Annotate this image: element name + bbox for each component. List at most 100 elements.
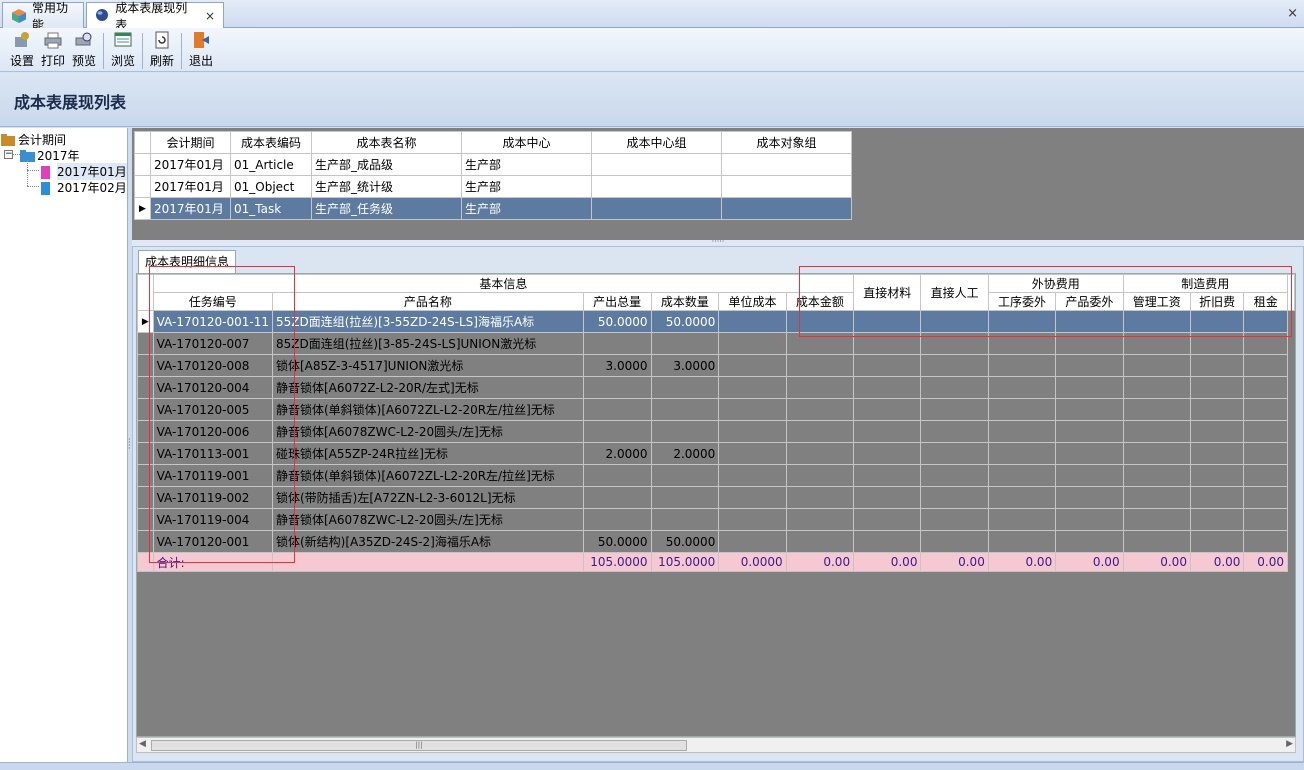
close-icon[interactable]: × [205, 9, 215, 23]
table-cell[interactable] [1122, 508, 1191, 531]
table-cell[interactable] [1189, 332, 1245, 355]
table-cell[interactable] [1122, 354, 1191, 377]
table-cell[interactable] [987, 442, 1057, 465]
table-cell[interactable] [853, 354, 922, 377]
table-cell[interactable]: 锁体[A85Z-3-4517]UNION激光标 [271, 354, 584, 377]
table-cell[interactable] [1243, 508, 1288, 531]
table-cell[interactable] [721, 175, 852, 198]
table-cell[interactable] [1055, 332, 1124, 355]
print-button[interactable]: 打印 [38, 31, 68, 71]
table-cell[interactable] [920, 508, 989, 531]
table-cell[interactable]: 55ZD面连组(拉丝)[3-55ZD-24S-LS]海福乐A标 [271, 310, 584, 333]
table-row[interactable]: VA-170120-004 静音锁体[A6072Z-L2-20R/左式]无标 [137, 376, 1295, 399]
table-cell[interactable] [1055, 398, 1124, 421]
table-cell[interactable] [650, 508, 720, 531]
table-cell[interactable]: 3.0000 [650, 354, 720, 377]
table-cell[interactable] [785, 354, 855, 377]
table-cell[interactable] [785, 464, 855, 487]
table-cell[interactable]: VA-170119-002 [152, 486, 273, 509]
table-cell[interactable]: VA-170120-006 [152, 420, 273, 443]
column-header[interactable]: 折旧费 [1189, 292, 1245, 311]
table-cell[interactable] [718, 486, 787, 509]
table-row[interactable]: VA-170120-005 静音锁体(单斜锁体)[A6072ZL-L2-20R左/… [137, 398, 1295, 421]
table-cell[interactable] [650, 332, 720, 355]
table-cell[interactable] [920, 420, 989, 443]
tree-collapse-toggle[interactable]: − [4, 150, 13, 159]
table-cell[interactable] [718, 508, 787, 531]
table-cell[interactable]: VA-170120-001-11 [152, 310, 273, 333]
table-cell[interactable] [1243, 310, 1288, 333]
column-header[interactable]: 产品委外 [1055, 292, 1124, 311]
table-cell[interactable] [1189, 310, 1245, 333]
table-cell[interactable] [1243, 442, 1288, 465]
exit-button[interactable]: 退出 [186, 31, 216, 71]
table-cell[interactable] [1055, 420, 1124, 443]
table-cell[interactable] [591, 197, 722, 220]
table-cell[interactable] [987, 354, 1057, 377]
table-cell[interactable] [591, 175, 722, 198]
column-header-direct-material[interactable]: 直接材料 [853, 274, 922, 311]
table-cell[interactable] [987, 398, 1057, 421]
table-cell[interactable] [920, 486, 989, 509]
table-cell[interactable] [920, 310, 989, 333]
tree-node-2017-01[interactable]: 2017年01月 [40, 163, 127, 180]
table-cell[interactable]: 生产部_统计级 [311, 175, 462, 198]
table-row[interactable]: VA-170120-007 85ZD面连组(拉丝)[3-85-24S-LS]UNI… [137, 332, 1295, 355]
table-cell[interactable]: VA-170120-004 [152, 376, 273, 399]
table-cell[interactable] [1189, 508, 1245, 531]
table-cell[interactable]: 锁体(带防插舌)左[A72ZN-L2-3-6012L]无标 [271, 486, 584, 509]
column-header[interactable]: 成本对象组 [721, 131, 852, 154]
column-header[interactable]: 任务编号 [152, 292, 273, 311]
table-cell[interactable]: 生产部 [461, 153, 592, 176]
table-cell[interactable] [785, 486, 855, 509]
table-row[interactable]: VA-170113-001 碰珠锁体[A55ZP-24R拉丝]无标 2.0000 2.… [137, 442, 1295, 465]
table-cell[interactable] [920, 530, 989, 553]
tree-node-root[interactable]: 会计期间 [1, 131, 66, 148]
table-cell[interactable] [1243, 376, 1288, 399]
table-cell[interactable] [718, 442, 787, 465]
table-cell[interactable] [1189, 442, 1245, 465]
table-cell[interactable] [1122, 376, 1191, 399]
table-cell[interactable]: 生产部 [461, 197, 592, 220]
table-cell[interactable] [718, 332, 787, 355]
table-cell[interactable] [718, 464, 787, 487]
table-cell[interactable] [718, 310, 787, 333]
window-close-icon[interactable]: × [1287, 6, 1298, 21]
table-cell[interactable] [582, 420, 652, 443]
table-cell[interactable] [785, 332, 855, 355]
table-cell[interactable] [987, 420, 1057, 443]
table-cell[interactable] [1122, 420, 1191, 443]
table-cell[interactable]: 2.0000 [582, 442, 652, 465]
table-cell[interactable]: 2017年01月 [150, 175, 231, 198]
table-row[interactable]: VA-170120-008 锁体[A85Z-3-4517]UNION激光标 3.00… [137, 354, 1295, 377]
table-cell[interactable]: 静音锁体[A6078ZWC-L2-20圆头/左]无标 [271, 420, 584, 443]
table-cell[interactable] [1189, 376, 1245, 399]
table-cell[interactable] [920, 354, 989, 377]
column-header[interactable]: 产出总量 [582, 292, 652, 311]
table-cell[interactable]: VA-170120-005 [152, 398, 273, 421]
table-cell[interactable] [1189, 486, 1245, 509]
table-cell[interactable] [785, 442, 855, 465]
column-header-direct-labor[interactable]: 直接人工 [920, 274, 989, 311]
table-cell[interactable] [987, 310, 1057, 333]
table-cell[interactable] [582, 486, 652, 509]
table-cell[interactable] [1055, 376, 1124, 399]
table-cell[interactable] [987, 508, 1057, 531]
tab-cost-detail[interactable]: 成本表明细信息 [138, 250, 237, 273]
tree-node-2017-02[interactable]: 2017年02月 [40, 179, 127, 196]
table-cell[interactable] [785, 508, 855, 531]
table-cell[interactable]: 生产部 [461, 175, 592, 198]
table-row[interactable]: VA-170119-001 静音锁体(单斜锁体)[A6072ZL-L2-20R左/… [137, 464, 1295, 487]
table-cell[interactable] [1055, 442, 1124, 465]
table-cell[interactable] [1243, 530, 1288, 553]
table-cell[interactable] [1122, 530, 1191, 553]
table-cell[interactable]: 50.0000 [650, 310, 720, 333]
table-cell[interactable] [1189, 354, 1245, 377]
column-header[interactable]: 管理工资 [1122, 292, 1191, 311]
table-row[interactable]: 2017年01月 01_Article 生产部_成品级 生产部 [134, 153, 852, 176]
table-cell[interactable] [650, 376, 720, 399]
table-cell[interactable] [1243, 354, 1288, 377]
table-cell[interactable] [1122, 464, 1191, 487]
table-cell[interactable]: VA-170113-001 [152, 442, 273, 465]
table-cell[interactable] [785, 310, 855, 333]
